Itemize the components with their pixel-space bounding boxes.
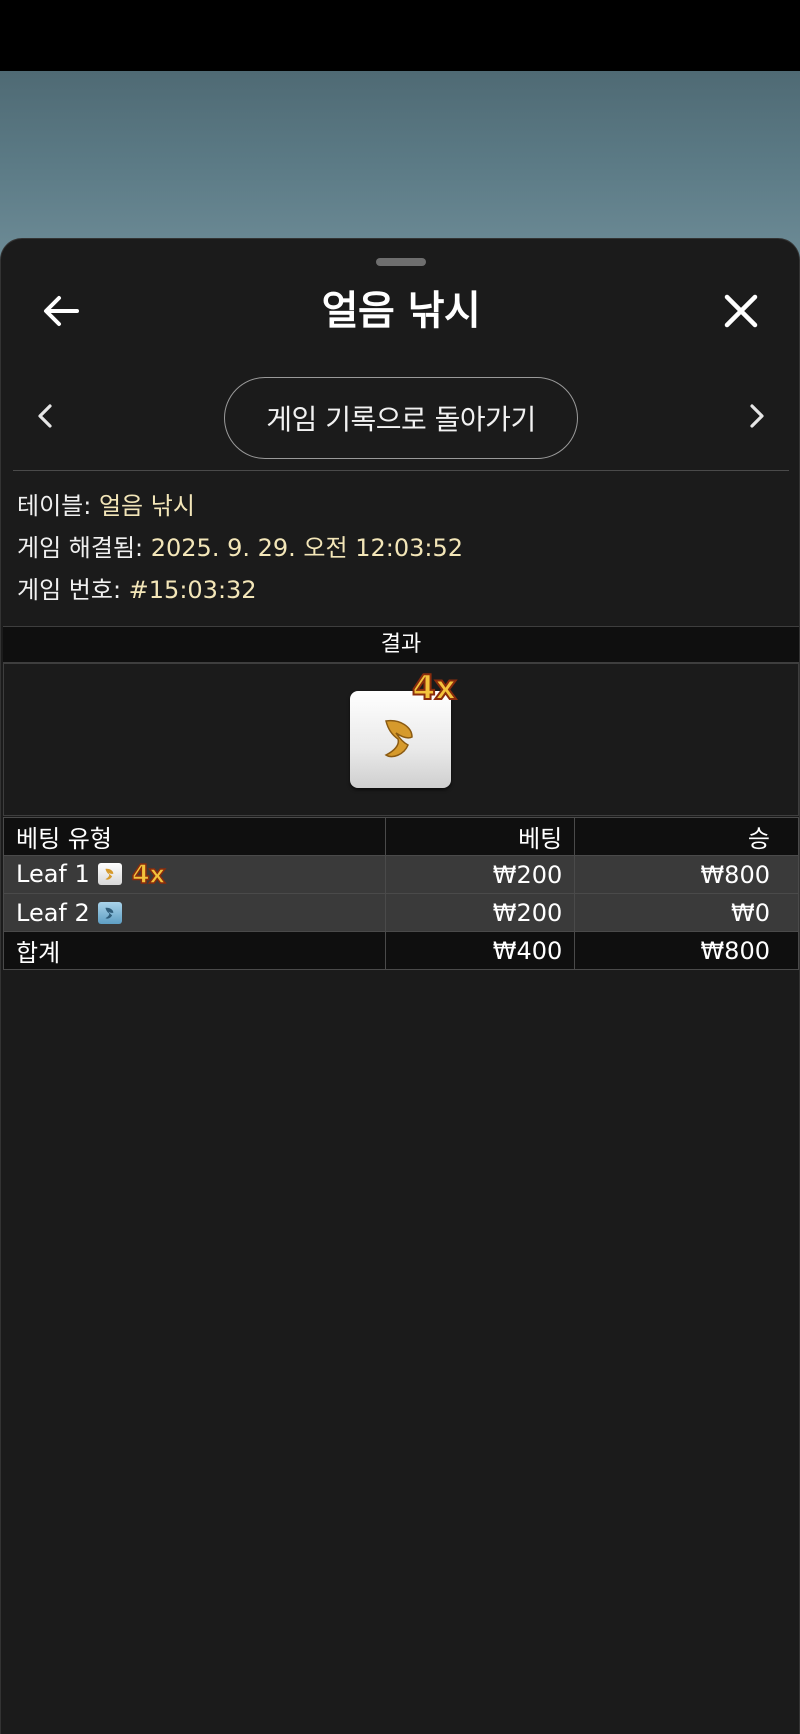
multiplier-badge: 4x xyxy=(411,667,458,709)
bet-amount-cell: ₩200 xyxy=(384,893,576,932)
drag-handle[interactable] xyxy=(376,258,426,266)
bet-type-cell: Leaf 2 xyxy=(3,893,386,932)
resolved-label: 게임 해결됨: xyxy=(17,534,151,562)
page-title: 얼음 낚시 xyxy=(321,288,481,334)
column-header-bet-type: 베팅 유형 xyxy=(3,817,386,856)
leaf-tile-icon xyxy=(384,719,413,758)
bet-type-label: Leaf 2 xyxy=(16,898,90,927)
round-label: 게임 번호: xyxy=(17,576,129,604)
chevron-left-icon[interactable] xyxy=(31,401,61,431)
result-header: 결과 xyxy=(3,626,799,663)
column-header-win: 승 xyxy=(574,817,799,856)
divider xyxy=(13,470,789,471)
table-row: Leaf 1 4x ₩200 ₩800 xyxy=(3,855,799,894)
leaf-tile-icon xyxy=(97,901,122,924)
total-win-cell: ₩800 xyxy=(574,931,799,970)
result-panel: 4x xyxy=(3,663,799,816)
close-icon[interactable] xyxy=(719,289,763,333)
table-info: 테이블: 얼음 낚시 xyxy=(17,489,195,523)
win-amount-cell: ₩0 xyxy=(574,893,799,932)
bet-type-label: Leaf 1 xyxy=(16,859,90,888)
round-info: 게임 번호: #15:03:32 xyxy=(17,573,257,607)
win-amount-cell: ₩800 xyxy=(574,855,799,894)
total-row: 합계 ₩400 ₩800 xyxy=(3,931,799,970)
bet-type-cell: Leaf 1 4x xyxy=(3,855,386,894)
total-label: 합계 xyxy=(3,931,386,970)
column-header-bet: 베팅 xyxy=(384,817,576,856)
back-to-history-button[interactable]: 게임 기록으로 돌아가기 xyxy=(224,377,578,459)
game-history-sheet: 얼음 낚시 게임 기록으로 돌아가기 테이블: 얼음 낚시 게임 해결됨: 20… xyxy=(0,238,800,1734)
table-value: 얼음 낚시 xyxy=(98,492,195,520)
resolved-value: 2025. 9. 29. 오전 12:03:52 xyxy=(150,534,463,562)
resolved-info: 게임 해결됨: 2025. 9. 29. 오전 12:03:52 xyxy=(17,531,463,565)
table-row: Leaf 2 ₩200 ₩0 xyxy=(3,893,799,932)
row-multiplier-badge: 4x xyxy=(131,859,166,891)
round-value: #15:03:32 xyxy=(128,576,257,604)
chevron-right-icon[interactable] xyxy=(741,401,771,431)
status-bar xyxy=(0,0,800,71)
bets-table: 베팅 유형 베팅 승 Leaf 1 4x ₩200 ₩800 Leaf 2 ₩20… xyxy=(3,817,799,970)
back-arrow-icon[interactable] xyxy=(39,289,83,333)
leaf-tile-icon xyxy=(97,862,122,885)
total-bet-cell: ₩400 xyxy=(384,931,576,970)
table-header-row: 베팅 유형 베팅 승 xyxy=(3,817,799,856)
bet-amount-cell: ₩200 xyxy=(384,855,576,894)
table-label: 테이블: xyxy=(17,492,99,520)
